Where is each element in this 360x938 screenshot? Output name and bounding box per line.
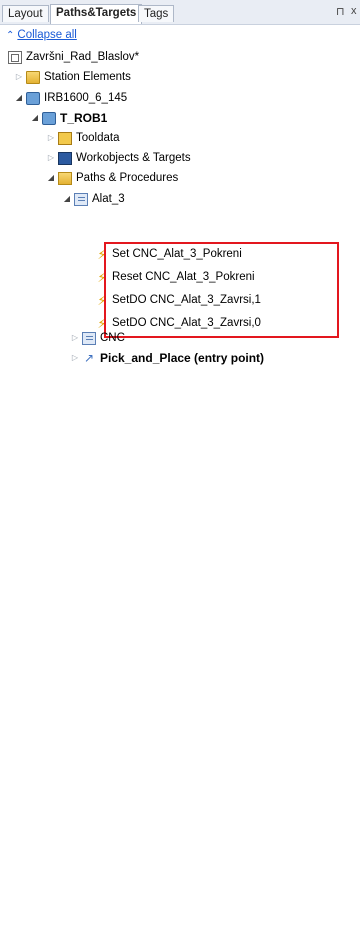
cnc-label: CNC bbox=[100, 332, 125, 344]
station-icon bbox=[8, 50, 22, 64]
collapse-all-link[interactable]: ⌃ Collapse all bbox=[6, 29, 77, 41]
expand-arrow-icon[interactable]: ▷ bbox=[14, 68, 24, 86]
tree-item-robot[interactable]: ◢ IRB1600_6_145 bbox=[14, 89, 127, 107]
entry-point-icon: ↗ bbox=[83, 350, 95, 365]
tree-item-station-elements[interactable]: ▷ Station Elements bbox=[14, 68, 131, 86]
station-label: Završni_Rad_Blaslov* bbox=[26, 51, 140, 63]
tree-item-workobjects[interactable]: ▷ Workobjects & Targets bbox=[46, 149, 191, 167]
tooldata-label: Tooldata bbox=[76, 132, 120, 144]
highlight-box bbox=[104, 242, 339, 338]
workobject-icon bbox=[58, 151, 72, 165]
tab-tags[interactable]: Tags bbox=[138, 5, 175, 22]
workobjects-label: Workobjects & Targets bbox=[76, 152, 191, 164]
expand-arrow-icon[interactable]: ▷ bbox=[70, 349, 80, 367]
expand-arrow-icon[interactable]: ▷ bbox=[46, 149, 56, 167]
tab-layout[interactable]: Layout bbox=[2, 5, 49, 22]
alat3-label: Alat_3 bbox=[92, 193, 125, 205]
collapse-arrow-icon[interactable]: ◢ bbox=[62, 190, 72, 208]
task-label: T_ROB1 bbox=[60, 111, 108, 125]
procedure-icon bbox=[82, 331, 96, 345]
procedure-icon bbox=[74, 192, 88, 206]
collapse-all-label: Collapse all bbox=[17, 29, 77, 41]
paths-label: Paths & Procedures bbox=[76, 172, 179, 184]
collapse-arrow-icon[interactable]: ◢ bbox=[30, 109, 40, 127]
tab-paths-targets[interactable]: Paths&Targets bbox=[50, 4, 143, 24]
expand-arrow-icon[interactable]: ▷ bbox=[46, 129, 56, 147]
collapse-arrow-icon[interactable]: ◢ bbox=[46, 169, 56, 187]
tree-item-paths[interactable]: ◢ Paths & Procedures bbox=[46, 169, 178, 187]
pick-and-place-label: Pick_and_Place (entry point) bbox=[100, 351, 265, 365]
collapse-arrow-icon[interactable]: ◢ bbox=[14, 89, 24, 107]
tab-bar: Layout Paths&Targets Tags ⊓ x bbox=[0, 0, 360, 25]
tree-item-cnc[interactable]: ▷ CNC bbox=[70, 329, 125, 347]
tree-item-tooldata[interactable]: ▷ Tooldata bbox=[46, 129, 119, 147]
station-elements-label: Station Elements bbox=[44, 71, 131, 83]
task-icon bbox=[42, 111, 56, 125]
close-icon[interactable]: x bbox=[351, 5, 357, 17]
folder-icon bbox=[26, 70, 40, 84]
paths-folder-icon bbox=[58, 171, 72, 185]
robot-label: IRB1600_6_145 bbox=[44, 92, 128, 104]
robot-controller-icon bbox=[26, 91, 40, 105]
tooldata-icon bbox=[58, 131, 72, 145]
expand-arrow-icon[interactable]: ▷ bbox=[70, 329, 80, 347]
tree-item-alat3[interactable]: ◢ Alat_3 bbox=[62, 190, 125, 208]
pin-icon[interactable]: ⊓ bbox=[336, 5, 345, 18]
tree-item-station[interactable]: Završni_Rad_Blaslov* bbox=[6, 48, 139, 66]
tree-item-task[interactable]: ◢ T_ROB1 bbox=[30, 109, 107, 127]
collapse-chevron-icon: ⌃ bbox=[6, 30, 15, 41]
tree-item-pick-and-place[interactable]: ▷ ↗ Pick_and_Place (entry point) bbox=[70, 349, 264, 367]
